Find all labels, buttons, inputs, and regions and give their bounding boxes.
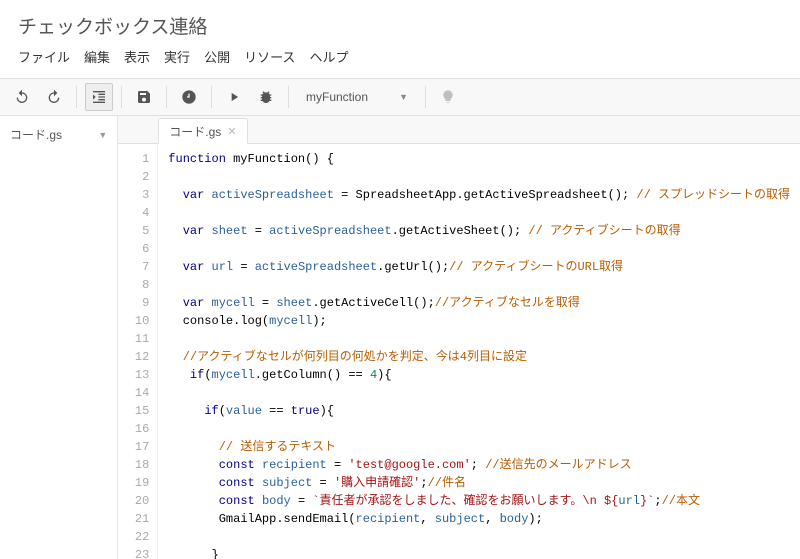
code-line[interactable]: GmailApp.sendEmail(recipient, subject, b… (168, 510, 790, 528)
save-icon (136, 89, 152, 105)
code-line[interactable]: var sheet = activeSpreadsheet.getActiveS… (168, 222, 790, 240)
toolbar-separator (166, 86, 167, 108)
bug-icon (258, 89, 274, 105)
play-icon (227, 90, 241, 104)
code-line[interactable]: if(mycell.getColumn() == 4){ (168, 366, 790, 384)
redo-button[interactable] (40, 83, 68, 111)
code-line[interactable]: const subject = '購入申請確認';//件名 (168, 474, 790, 492)
code-line[interactable]: var activeSpreadsheet = SpreadsheetApp.g… (168, 186, 790, 204)
undo-button[interactable] (8, 83, 36, 111)
code-line[interactable]: if(value == true){ (168, 402, 790, 420)
project-title: チェックボックス連絡 (18, 12, 782, 39)
redo-icon (46, 89, 62, 105)
toolbar-separator (425, 86, 426, 108)
code-line[interactable]: function myFunction() { (168, 150, 790, 168)
debug-button[interactable] (252, 83, 280, 111)
toolbar-separator (76, 86, 77, 108)
indent-icon (91, 89, 107, 105)
code-line[interactable]: console.log(mycell); (168, 312, 790, 330)
code-line[interactable] (168, 528, 790, 546)
code-line[interactable] (168, 384, 790, 402)
hint-button[interactable] (434, 83, 462, 111)
gutter: 1234567891011121314151617181920212223242… (118, 144, 158, 559)
menu-file[interactable]: ファイル (18, 47, 70, 66)
indent-button[interactable] (85, 83, 113, 111)
function-select[interactable]: myFunction ▼ (297, 84, 417, 110)
code-line[interactable]: var url = activeSpreadsheet.getUrl();// … (168, 258, 790, 276)
menu-help[interactable]: ヘルプ (309, 47, 348, 66)
menu-resources[interactable]: リソース (244, 47, 295, 66)
menu-edit[interactable]: 編集 (84, 47, 110, 66)
code-content[interactable]: function myFunction() { var activeSpread… (158, 144, 800, 559)
chevron-down-icon: ▼ (98, 130, 107, 140)
code-line[interactable]: var mycell = sheet.getActiveCell();//アクテ… (168, 294, 790, 312)
code-line[interactable] (168, 204, 790, 222)
save-button[interactable] (130, 83, 158, 111)
sidebar: コード.gs ▼ (0, 116, 118, 559)
code-line[interactable]: const recipient = 'test@google.com'; //送… (168, 456, 790, 474)
tab-label: コード.gs (169, 123, 221, 140)
menu-view[interactable]: 表示 (124, 47, 150, 66)
code-line[interactable]: //アクティブなセルが何列目の何処かを判定、今は4列目に設定 (168, 348, 790, 366)
code-line[interactable]: // 送信するテキスト (168, 438, 790, 456)
tabbar: コード.gs ✕ (118, 116, 800, 144)
code-line[interactable] (168, 276, 790, 294)
menu-run[interactable]: 実行 (164, 47, 190, 66)
close-icon[interactable]: ✕ (227, 125, 236, 138)
lightbulb-icon (440, 89, 456, 105)
function-select-label: myFunction (306, 90, 368, 104)
toolbar-separator (288, 86, 289, 108)
sidebar-item-code[interactable]: コード.gs ▼ (0, 122, 117, 147)
code-line[interactable] (168, 240, 790, 258)
clock-icon (181, 89, 197, 105)
code-line[interactable] (168, 168, 790, 186)
header: チェックボックス連絡 ファイル 編集 表示 実行 公開 リソース ヘルプ (0, 0, 800, 78)
history-button[interactable] (175, 83, 203, 111)
toolbar: myFunction ▼ (0, 78, 800, 116)
run-button[interactable] (220, 83, 248, 111)
code-line[interactable] (168, 420, 790, 438)
sidebar-item-label: コード.gs (10, 126, 62, 143)
chevron-down-icon: ▼ (399, 92, 408, 102)
editor: コード.gs ✕ 1234567891011121314151617181920… (118, 116, 800, 559)
toolbar-separator (121, 86, 122, 108)
code-line[interactable]: const body = `責任者が承認をしました、確認をお願いします。\n $… (168, 492, 790, 510)
code-line[interactable] (168, 330, 790, 348)
toolbar-separator (211, 86, 212, 108)
undo-icon (14, 89, 30, 105)
menubar: ファイル 編集 表示 実行 公開 リソース ヘルプ (18, 47, 782, 72)
main: コード.gs ▼ コード.gs ✕ 1234567891011121314151… (0, 116, 800, 559)
tab-code[interactable]: コード.gs ✕ (158, 118, 247, 144)
code-area[interactable]: 1234567891011121314151617181920212223242… (118, 144, 800, 559)
menu-publish[interactable]: 公開 (204, 47, 230, 66)
